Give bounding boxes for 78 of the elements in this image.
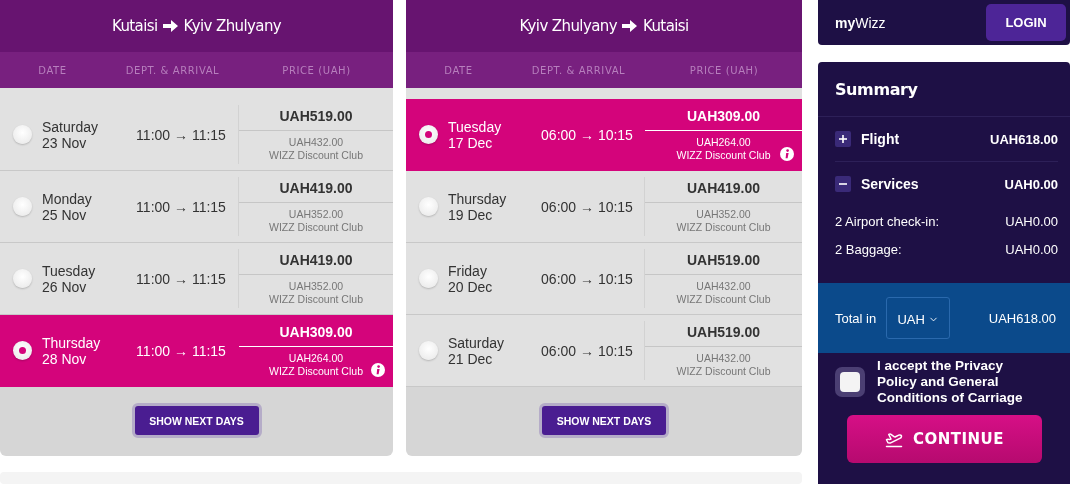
column-header: PRICE (UAH) — [689, 64, 759, 76]
service-amount: UAH0.00 — [1005, 213, 1058, 229]
arrow-icon — [621, 19, 638, 33]
fare-price: UAH419.00 — [645, 177, 802, 203]
flight-times: 06:00 → 10:15 — [540, 342, 634, 359]
arrow-icon — [162, 19, 179, 33]
column-header: DEPT. & ARRIVAL — [531, 64, 626, 76]
radio-button[interactable] — [419, 197, 438, 216]
column-header: PRICE (UAH) — [282, 64, 351, 76]
flight-date: Tuesday 17 Dec — [447, 118, 503, 151]
club-price: UAH264.00 WIZZ Discount Club — [675, 135, 772, 162]
flight-times: 11:00 → 11:15 — [135, 270, 227, 287]
flight-times: 11:00 → 11:15 — [135, 342, 227, 359]
radio-button[interactable] — [419, 341, 438, 360]
summary-title: Summary — [818, 62, 1070, 117]
fare-price: UAH519.00 — [645, 249, 802, 275]
column-header: DEPT. & ARRIVAL — [125, 64, 220, 76]
total-label: Total in — [835, 310, 877, 326]
summary-amount: UAH618.00 — [990, 131, 1058, 147]
flight-row[interactable]: Thursday 28 Nov 11:00 → 11:15 UAH309.00 UAH264.00 WIZZ Discount Club — [0, 315, 393, 387]
radio-button[interactable] — [13, 269, 32, 288]
flight-date: Saturday 21 Dec — [447, 334, 506, 367]
fare-price: UAH419.00 — [239, 249, 393, 275]
fare-price: UAH519.00 — [239, 105, 393, 131]
currency-select[interactable]: UAH — [886, 297, 951, 339]
fare-price: UAH419.00 — [239, 177, 393, 203]
show-next-days-button[interactable]: SHOW NEXT DAYS — [539, 403, 669, 438]
summary-amount: UAH0.00 — [1004, 176, 1058, 192]
origin-city: Kyiv Zhulyany — [519, 17, 617, 35]
plane-takeoff-icon — [884, 430, 903, 448]
flight-times: 06:00 → 10:15 — [540, 270, 634, 287]
accept-checkbox[interactable] — [835, 367, 865, 397]
club-price: UAH352.00 WIZZ Discount Club — [268, 279, 364, 306]
service-amount: UAH0.00 — [1005, 241, 1058, 257]
summary-section-label: Flight — [861, 131, 901, 147]
info-icon[interactable] — [780, 147, 794, 161]
club-price: UAH264.00 WIZZ Discount Club — [268, 351, 364, 378]
flight-row[interactable]: Tuesday 17 Dec 06:00 → 10:15 UAH309.00 UAH264.00 WIZZ Discount Club — [406, 99, 802, 171]
login-button[interactable]: LOGIN — [986, 4, 1066, 41]
flight-times: 11:00 → 11:15 — [135, 126, 227, 143]
accept-terms-text: I accept the Privacy Policy and General Conditions of Carriage — [877, 358, 1024, 406]
show-next-days-button[interactable]: SHOW NEXT DAYS — [131, 403, 262, 438]
club-price: UAH432.00 WIZZ Discount Club — [268, 135, 364, 162]
fare-price: UAH519.00 — [645, 321, 802, 347]
continue-button[interactable]: CONTINUE — [847, 415, 1042, 463]
fare-price: UAH309.00 — [239, 321, 393, 347]
column-header: DATE — [444, 64, 473, 76]
flight-date: Thursday 28 Nov — [41, 334, 102, 367]
radio-button[interactable] — [419, 269, 438, 288]
collapse-icon[interactable] — [835, 176, 851, 192]
destination-city: Kutaisi — [642, 17, 689, 35]
fare-price: UAH309.00 — [645, 105, 802, 131]
club-price: UAH432.00 WIZZ Discount Club — [675, 279, 772, 306]
club-price: UAH352.00 WIZZ Discount Club — [675, 207, 772, 234]
club-price: UAH352.00 WIZZ Discount Club — [268, 207, 364, 234]
radio-button[interactable] — [13, 197, 32, 216]
flight-date: Monday 25 Nov — [41, 190, 93, 223]
summary-section-label: Services — [861, 176, 920, 192]
service-label: 2 Airport check-in: — [835, 213, 940, 229]
column-header: DATE — [38, 64, 67, 76]
account-title: myWizz — [835, 14, 886, 31]
flight-times: 06:00 → 10:15 — [540, 198, 634, 215]
service-label: 2 Baggage: — [835, 241, 902, 257]
flight-date: Saturday 23 Nov — [41, 118, 100, 151]
flight-times: 06:00 → 10:15 — [540, 126, 634, 143]
club-price: UAH432.00 WIZZ Discount Club — [675, 351, 772, 378]
total-amount: UAH618.00 — [988, 310, 1056, 326]
expand-icon[interactable] — [835, 131, 851, 147]
flight-date: Thursday 19 Dec — [447, 190, 508, 223]
flight-times: 11:00 → 11:15 — [135, 198, 227, 215]
flight-date: Tuesday 26 Nov — [41, 262, 97, 295]
info-icon[interactable] — [371, 363, 385, 377]
radio-button[interactable] — [419, 125, 438, 144]
origin-city: Kutaisi — [111, 17, 158, 35]
radio-button[interactable] — [13, 125, 32, 144]
destination-city: Kyiv Zhulyany — [183, 17, 282, 35]
flight-date: Friday 20 Dec — [447, 262, 494, 295]
radio-button[interactable] — [13, 341, 32, 360]
